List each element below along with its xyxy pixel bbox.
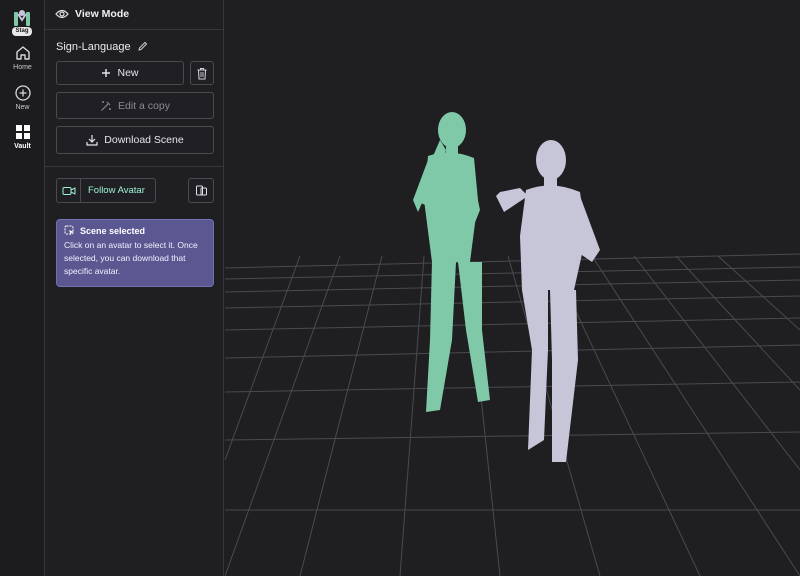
panel-divider [45, 166, 224, 167]
follow-avatar-label: Follow Avatar [88, 185, 145, 196]
nav-rail: Stag Home New Vault [0, 0, 45, 576]
scene-viewport[interactable] [225, 0, 800, 576]
nav-home[interactable]: Home [0, 44, 45, 71]
video-camera-icon [62, 186, 75, 195]
scene-selected-notice: Scene selected Click on an avatar to sel… [56, 219, 214, 287]
nav-vault-label: Vault [14, 143, 31, 150]
scene-name: Sign-Language [56, 41, 131, 53]
logo-badge: Stag [12, 27, 32, 36]
nav-vault[interactable]: Vault [0, 123, 45, 150]
wand-icon [101, 100, 112, 111]
pencil-icon[interactable] [137, 41, 148, 52]
eye-icon [55, 9, 69, 19]
mode-title: View Mode [75, 8, 130, 20]
scene-panel: View Mode Sign-Language New Edit a copy … [45, 0, 224, 576]
avatar-lilac[interactable] [496, 140, 600, 462]
grid-icon [15, 125, 30, 139]
nav-new-label: New [15, 104, 30, 111]
edit-copy-label: Edit a copy [118, 99, 170, 112]
download-scene-label: Download Scene [104, 134, 184, 146]
swap-devices-icon [195, 185, 207, 196]
new-scene-button[interactable]: New [56, 61, 184, 85]
plus-circle-icon [14, 85, 31, 101]
avatar-green[interactable] [413, 112, 490, 412]
edit-copy-button[interactable]: Edit a copy [56, 92, 214, 119]
floor-grid [225, 253, 800, 576]
scene-canvas[interactable] [225, 0, 800, 576]
new-scene-label: New [117, 67, 139, 79]
home-icon [15, 46, 30, 60]
trash-icon [197, 67, 207, 79]
download-scene-button[interactable]: Download Scene [56, 126, 214, 154]
follow-avatar-button[interactable]: Follow Avatar [56, 178, 156, 203]
swap-view-button[interactable] [188, 178, 214, 203]
nav-new[interactable]: New [0, 84, 45, 111]
plus-icon [102, 69, 111, 77]
panel-header: View Mode [45, 0, 224, 30]
cursor-select-icon [64, 225, 74, 235]
delete-button[interactable] [190, 61, 214, 85]
nav-home-label: Home [13, 64, 32, 71]
notice-title: Scene selected [80, 225, 146, 236]
notice-body: Click on an avatar to select it. Once se… [64, 240, 198, 276]
camera-toggle[interactable] [57, 179, 81, 202]
download-icon [86, 135, 98, 146]
